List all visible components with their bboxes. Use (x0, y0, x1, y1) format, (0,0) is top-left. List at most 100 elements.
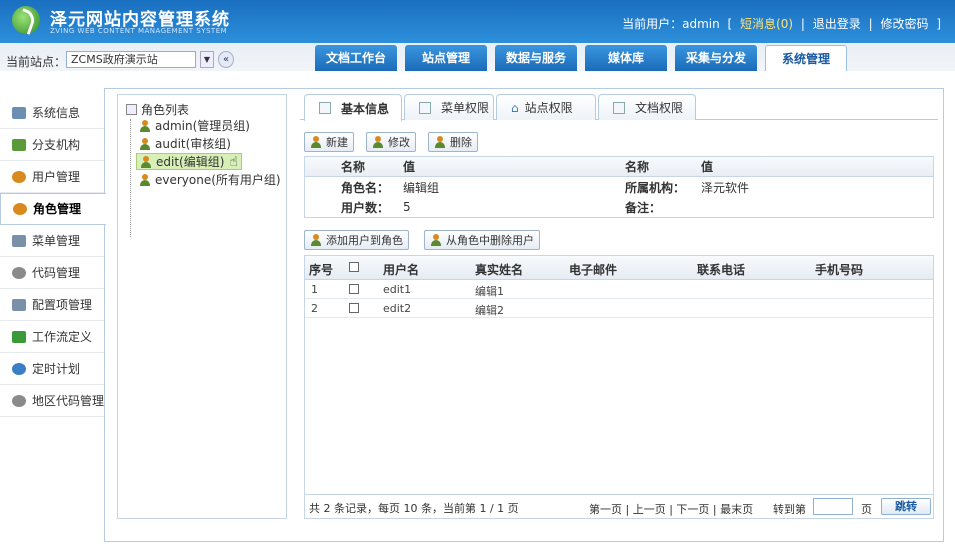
nav-tab-media-library[interactable]: 媒体库 (585, 45, 667, 71)
tree-item-label: edit(编辑组) (156, 155, 225, 169)
separator: | (868, 17, 873, 31)
tab-label: 基本信息 (341, 101, 390, 116)
col-email[interactable]: 电子邮件 (569, 261, 617, 278)
bracket-open: [ (727, 17, 733, 31)
list-icon (126, 104, 137, 115)
table-row[interactable]: 2 edit2 编辑2 (305, 299, 933, 318)
content-panel: 基本信息 菜单权限 ⌂ 站点权限 文档权限 新建 修改 删除 名称 值 名称 值 … (300, 94, 938, 519)
sidebar-item-user-manage[interactable]: 用户管理 (0, 161, 104, 193)
site-bar: 当前站点： ZCMS政府演示站 ▼ « (0, 43, 300, 71)
tab-label: 菜单权限 (441, 101, 490, 115)
site-label: 当前站点： (6, 55, 67, 69)
tree-root-label: 角色列表 (141, 103, 190, 117)
separator: | (800, 17, 805, 31)
sidebar-item-branch-org[interactable]: 分支机构 (0, 129, 104, 161)
row-realname: 编辑2 (475, 304, 504, 317)
table-row[interactable]: 1 edit1 编辑1 (305, 280, 933, 299)
tab-basic-info[interactable]: 基本信息 (304, 94, 402, 121)
monitor-icon (12, 106, 26, 119)
tab-site-permission[interactable]: ⌂ 站点权限 (496, 94, 596, 120)
tree-root[interactable]: 角色列表 (126, 101, 189, 118)
sidebar-item-workflow[interactable]: 工作流定义 (0, 321, 104, 353)
sidebar: 系统信息 分支机构 用户管理 角色管理 菜单管理 代码管理 配置项管理 工作流定… (0, 97, 106, 417)
nav-tab-doc-workbench[interactable]: 文档工作台 (315, 45, 397, 71)
col-username[interactable]: 用户名 (383, 261, 419, 278)
sidebar-item-system-info[interactable]: 系统信息 (0, 97, 104, 129)
tab-menu-permission[interactable]: 菜单权限 (404, 94, 494, 120)
sidebar-item-region-code[interactable]: 地区代码管理 (0, 385, 104, 417)
sidebar-item-label: 用户管理 (32, 169, 81, 184)
sidebar-item-schedule[interactable]: 定时计划 (0, 353, 104, 385)
new-button[interactable]: 新建 (304, 132, 354, 152)
record-summary: 共 2 条记录，每页 10 条，当前第 1 / 1 页 (309, 502, 519, 515)
tree-connector (130, 119, 131, 237)
col-mobile[interactable]: 手机号码 (815, 261, 863, 278)
page-number-input[interactable] (813, 498, 853, 515)
current-user: 当前用户：admin (622, 17, 720, 31)
nav-tab-collect-distribute[interactable]: 采集与分发 (675, 45, 757, 71)
role-icon (140, 155, 153, 168)
delete-button[interactable]: 删除 (428, 132, 478, 152)
row-username: edit1 (383, 283, 412, 296)
tree-item-everyone[interactable]: everyone(所有用户组) (136, 171, 284, 188)
sidebar-item-label: 配置项管理 (32, 297, 93, 312)
org-tree-icon (12, 138, 26, 151)
button-label: 修改 (388, 136, 410, 149)
pager-links[interactable]: 第一页 | 上一页 | 下一页 | 最末页 (589, 501, 753, 517)
app-logo-icon (12, 6, 40, 34)
workflow-icon (12, 330, 26, 343)
sidebar-item-config-manage[interactable]: 配置项管理 (0, 289, 104, 321)
sidebar-item-label: 定时计划 (32, 361, 81, 376)
sidebar-item-code-manage[interactable]: 代码管理 (0, 257, 104, 289)
sidebar-item-menu-manage[interactable]: 菜单管理 (0, 225, 104, 257)
main-nav: 文档工作台 站点管理 数据与服务 媒体库 采集与分发 系统管理 (315, 45, 855, 71)
app-header: 泽元网站内容管理系统 ZVING WEB CONTENT MANAGEMENT … (0, 0, 955, 71)
change-password-link[interactable]: 修改密码 (880, 17, 928, 31)
sidebar-item-role-manage[interactable]: 角色管理 (0, 193, 106, 225)
collapse-icon[interactable]: « (218, 51, 234, 68)
tree-item-admin[interactable]: admin(管理员组) (136, 117, 253, 134)
user-grid: 序号 用户名 真实姓名 电子邮件 联系电话 手机号码 1 edit1 编辑1 2… (304, 255, 934, 519)
select-all-checkbox[interactable] (349, 262, 359, 272)
home-icon: ⌂ (511, 100, 519, 115)
nav-tab-site-manage[interactable]: 站点管理 (405, 45, 487, 71)
logout-link[interactable]: 退出登录 (813, 17, 861, 31)
button-label: 删除 (450, 136, 472, 149)
sidebar-item-label: 角色管理 (33, 202, 82, 216)
role-icon (13, 203, 27, 215)
sidebar-item-label: 代码管理 (32, 265, 81, 280)
tree-item-label: admin(管理员组) (155, 119, 250, 133)
remove-user-from-role-button[interactable]: 从角色中删除用户 (424, 230, 540, 250)
user-count-value: 5 (403, 200, 411, 214)
button-label: 添加用户到角色 (326, 234, 403, 247)
remove-user-icon (430, 234, 443, 246)
goto-label: 转到第 (773, 503, 806, 516)
info-header-value: 值 (403, 160, 416, 174)
go-button[interactable]: 跳转 (881, 498, 931, 515)
add-user-to-role-button[interactable]: 添加用户到角色 (304, 230, 409, 250)
edit-role-icon (372, 136, 385, 148)
site-select[interactable]: ZCMS政府演示站 (66, 51, 196, 68)
role-icon (139, 119, 152, 132)
tree-item-edit[interactable]: edit(编辑组) ☝ (136, 153, 242, 170)
user-icon (12, 170, 26, 183)
tab-label: 文档权限 (635, 101, 684, 115)
messages-link[interactable]: 短消息(0) (740, 17, 793, 31)
tab-document-permission[interactable]: 文档权限 (598, 94, 696, 120)
chevron-down-icon[interactable]: ▼ (200, 51, 214, 68)
col-no: 序号 (309, 263, 334, 277)
add-user-icon (310, 234, 323, 246)
role-icon (139, 137, 152, 150)
app-subtitle: ZVING WEB CONTENT MANAGEMENT SYSTEM (50, 27, 228, 35)
col-phone[interactable]: 联系电话 (697, 261, 745, 278)
role-name-value: 编辑组 (403, 180, 440, 195)
row-no: 2 (311, 302, 318, 315)
nav-tab-system-manage[interactable]: 系统管理 (765, 45, 847, 71)
col-realname[interactable]: 真实姓名 (475, 261, 523, 278)
row-checkbox[interactable] (349, 303, 359, 313)
edit-button[interactable]: 修改 (366, 132, 416, 152)
row-checkbox[interactable] (349, 284, 359, 294)
tree-item-audit[interactable]: audit(审核组) (136, 135, 234, 152)
role-icon (139, 173, 152, 186)
nav-tab-data-service[interactable]: 数据与服务 (495, 45, 577, 71)
